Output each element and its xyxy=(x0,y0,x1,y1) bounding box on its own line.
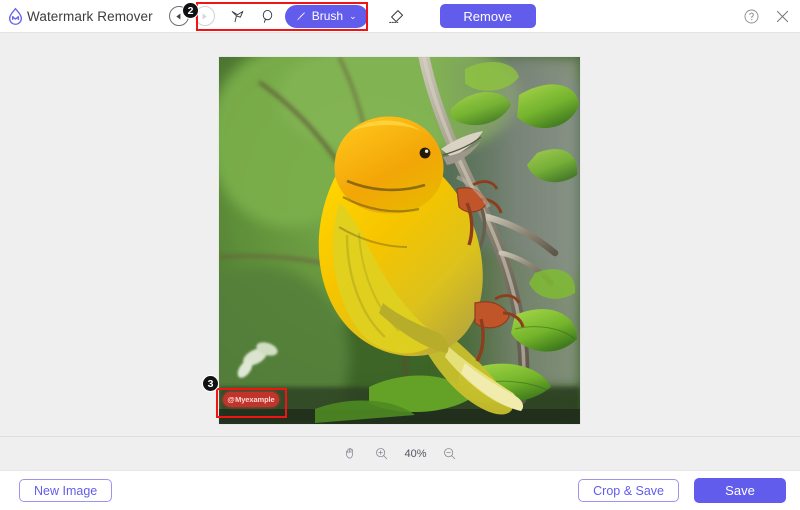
brush-tool-button[interactable]: Brush ⌄ xyxy=(285,5,368,28)
app-footer: New Image Crop & Save Save xyxy=(0,470,800,510)
hand-pan-icon xyxy=(343,446,358,461)
water-drop-logo-icon xyxy=(6,7,25,26)
zoom-toolbar: 40% xyxy=(0,436,800,470)
header-right-actions xyxy=(742,7,791,25)
zoom-out-icon xyxy=(442,446,457,461)
pan-tool-button[interactable] xyxy=(342,445,360,463)
brand: Watermark Remover xyxy=(6,7,153,26)
canvas-stage[interactable]: @Myexample xyxy=(0,33,800,436)
zoom-level-label: 40% xyxy=(404,448,428,460)
free-lasso-icon xyxy=(259,8,276,25)
eraser-tool-button[interactable] xyxy=(384,4,410,28)
marker-badge-2: 2 xyxy=(182,2,199,19)
eraser-icon xyxy=(387,7,406,26)
close-x-icon xyxy=(774,8,791,25)
chevron-down-icon: ⌄ xyxy=(349,11,357,22)
bird-photo-image xyxy=(219,57,580,424)
close-button[interactable] xyxy=(773,7,791,25)
save-button[interactable]: Save xyxy=(694,478,786,503)
zoom-in-icon xyxy=(374,446,389,461)
marker-badge-3: 3 xyxy=(202,375,219,392)
polygon-lasso-tool-button[interactable] xyxy=(225,4,251,28)
brush-tool-label: Brush xyxy=(312,9,343,23)
help-circle-icon xyxy=(743,8,760,25)
selection-tools: Brush ⌄ xyxy=(225,4,368,28)
watermark-text: Myexample xyxy=(235,395,275,404)
help-button[interactable] xyxy=(742,7,760,25)
remove-button[interactable]: Remove xyxy=(440,4,536,28)
redo-arrow-icon xyxy=(198,10,211,23)
photo-canvas[interactable]: @Myexample xyxy=(219,57,580,424)
polygon-lasso-icon xyxy=(229,8,246,25)
watermark-prefix: @ xyxy=(227,395,234,404)
free-lasso-tool-button[interactable] xyxy=(255,4,281,28)
crop-and-save-button[interactable]: Crop & Save xyxy=(578,479,679,502)
new-image-button[interactable]: New Image xyxy=(19,479,112,502)
footer-right-actions: Crop & Save Save xyxy=(578,478,786,503)
watermark-selection[interactable]: @Myexample xyxy=(223,392,279,407)
zoom-in-button[interactable] xyxy=(373,445,391,463)
brush-icon xyxy=(294,10,307,23)
app-title: Watermark Remover xyxy=(27,9,153,24)
app-window: Watermark Remover xyxy=(0,0,800,510)
app-header: Watermark Remover xyxy=(0,0,800,33)
zoom-out-button[interactable] xyxy=(441,445,459,463)
